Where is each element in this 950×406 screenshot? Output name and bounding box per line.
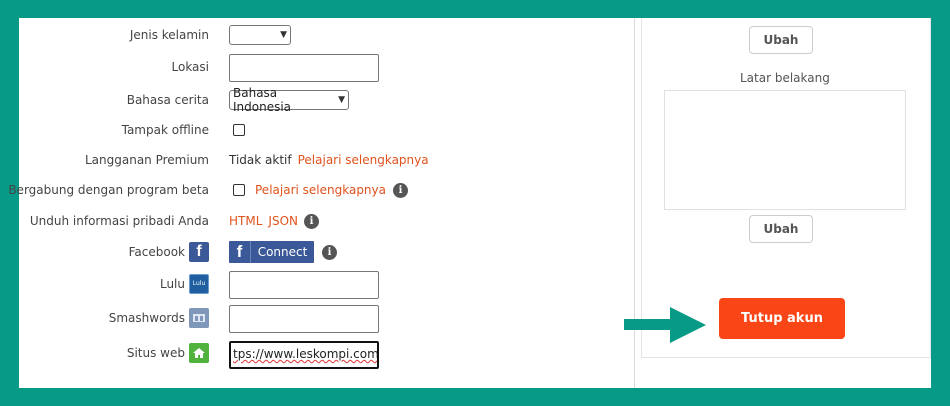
row-story-language: Bahasa cerita Bahasa Indonesia ▼ [19, 85, 619, 115]
smashwords-label-group: Smashwords [109, 303, 209, 333]
facebook-connect-label: Connect [257, 245, 308, 259]
facebook-connect-button[interactable]: f Connect [229, 241, 314, 263]
website-input[interactable]: tps://www.leskompi.com/ [229, 341, 379, 369]
row-beta: Bergabung dengan program beta Pelajari s… [8, 175, 619, 205]
lulu-icon: Lulu [189, 274, 209, 294]
row-facebook: Facebook f f Connect i [19, 237, 619, 267]
smashwords-label: Smashwords [108, 311, 185, 325]
facebook-label-group: Facebook f [129, 237, 209, 267]
lulu-label-group: Lulu Lulu [160, 269, 209, 299]
pointer-arrow-icon [624, 307, 706, 343]
settings-frame: Jenis kelamin ▼ Lokasi Bahasa cerita Bah… [8, 18, 931, 388]
premium-label: Langganan Premium [84, 153, 209, 167]
row-premium: Langganan Premium Tidak aktif Pelajari s… [19, 145, 619, 175]
website-label: Situs web [126, 346, 185, 360]
chevron-down-icon: ▼ [338, 95, 345, 105]
facebook-label: Facebook [128, 245, 185, 259]
location-input[interactable] [229, 54, 379, 82]
story-language-select[interactable]: Bahasa Indonesia ▼ [229, 86, 349, 114]
row-smashwords: Smashwords [19, 303, 619, 333]
row-gender: Jenis kelamin ▼ [19, 20, 619, 50]
facebook-logo-icon: f [229, 241, 251, 263]
website-label-group: Situs web [127, 338, 209, 368]
beta-label: Bergabung dengan program beta [8, 183, 209, 197]
download-json-link[interactable]: JSON [268, 214, 298, 228]
smashwords-icon [189, 308, 209, 328]
info-icon[interactable]: i [322, 244, 337, 260]
lulu-input[interactable] [229, 271, 379, 299]
close-account-button[interactable]: Tutup akun [719, 298, 845, 339]
home-icon [189, 343, 209, 363]
change-background-button[interactable]: Ubah [749, 215, 813, 243]
lulu-label: Lulu [159, 277, 185, 291]
info-icon[interactable]: i [393, 182, 408, 198]
location-label: Lokasi [171, 60, 210, 74]
chevron-down-icon: ▼ [280, 30, 287, 40]
website-input-value: tps://www.leskompi.com/ [233, 347, 379, 361]
row-lulu: Lulu Lulu [19, 269, 619, 299]
download-html-link[interactable]: HTML [229, 214, 262, 228]
background-label: Latar belakang [740, 71, 830, 85]
row-appear-offline: Tampak offline [19, 115, 619, 145]
premium-learn-more-link[interactable]: Pelajari selengkapnya [298, 153, 429, 167]
row-website: Situs web tps://www.leskompi.com/ [19, 338, 619, 369]
row-location: Lokasi [19, 52, 619, 82]
row-download: Unduh informasi pribadi Anda HTML JSON i [19, 206, 619, 236]
gender-label: Jenis kelamin [129, 28, 209, 42]
info-icon[interactable]: i [303, 213, 319, 229]
appear-offline-label: Tampak offline [121, 123, 209, 137]
story-language-label: Bahasa cerita [126, 93, 209, 107]
facebook-icon: f [189, 242, 209, 262]
background-image-box [664, 90, 906, 210]
appear-offline-checkbox[interactable] [233, 124, 245, 136]
smashwords-input[interactable] [229, 305, 379, 333]
story-language-value: Bahasa Indonesia [233, 86, 292, 114]
beta-learn-more-link[interactable]: Pelajari selengkapnya [255, 183, 386, 197]
change-avatar-button[interactable]: Ubah [749, 26, 813, 54]
premium-status: Tidak aktif [229, 153, 292, 167]
download-label: Unduh informasi pribadi Anda [29, 214, 209, 228]
beta-checkbox[interactable] [233, 184, 245, 196]
gender-select[interactable]: ▼ [229, 25, 291, 45]
